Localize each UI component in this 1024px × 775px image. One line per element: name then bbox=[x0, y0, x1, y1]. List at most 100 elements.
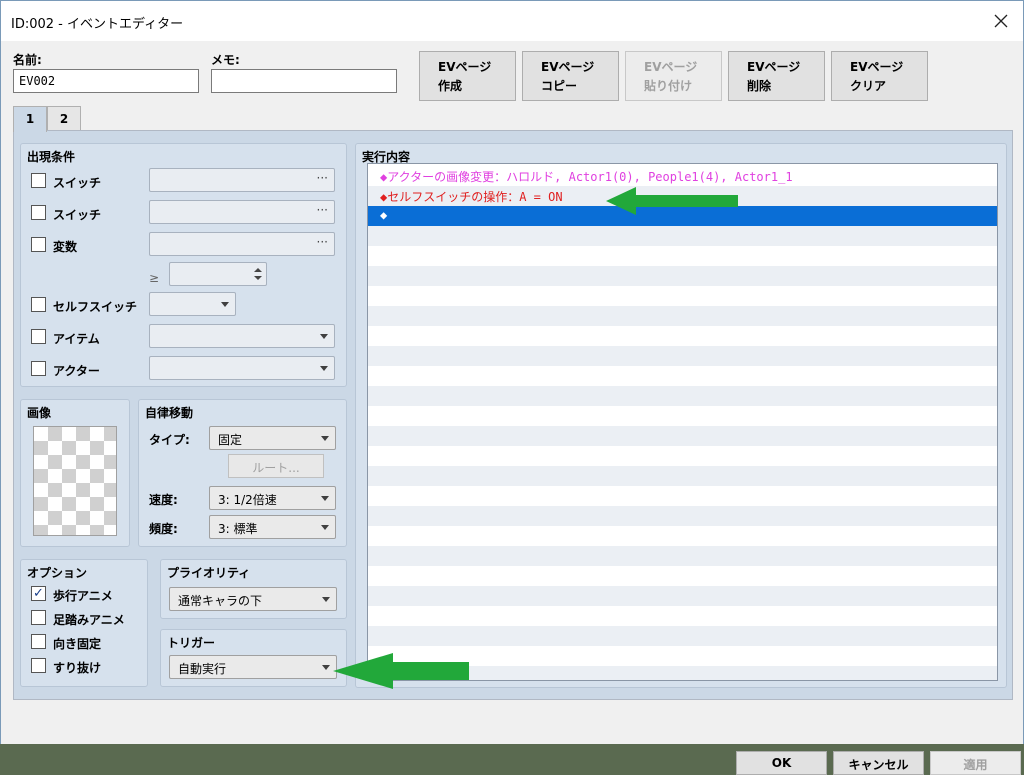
move-type-label: タイプ: bbox=[149, 433, 190, 447]
move-type-select[interactable]: 固定 bbox=[209, 426, 336, 450]
direction-fix-label: 向き固定 bbox=[53, 637, 102, 651]
event-command-list[interactable]: ◆アクターの画像変更：ハロルド, Actor1(0), People1(4), … bbox=[367, 163, 998, 681]
movement-group: 自律移動 タイプ: 固定 ルート... 速度: 3: 1/2倍速 頻度: 3: … bbox=[138, 399, 347, 547]
variable-checkbox[interactable] bbox=[31, 237, 46, 252]
self-switch-selector[interactable] bbox=[149, 292, 236, 316]
empty-row[interactable] bbox=[368, 326, 997, 346]
chevron-down-icon bbox=[320, 366, 328, 371]
list-item[interactable]: ◆アクターの画像変更：ハロルド, Actor1(0), People1(4), … bbox=[368, 166, 997, 186]
priority-title: プライオリティ bbox=[167, 566, 251, 580]
route-button[interactable]: ルート... bbox=[228, 454, 324, 478]
trigger-title: トリガー bbox=[167, 636, 216, 650]
button-line: EVページ bbox=[438, 60, 492, 74]
ok-button[interactable]: OK bbox=[736, 751, 827, 775]
title-bar: ID:002 - イベントエディター bbox=[1, 1, 1023, 41]
tab-page-2[interactable]: 2 bbox=[47, 106, 81, 132]
trigger-value: 自動実行 bbox=[178, 662, 227, 676]
dialog-body: 名前: EV002 メモ: EVページ 作成 EVページ コピー EVページ 貼… bbox=[1, 41, 1023, 775]
variable-selector[interactable]: ··· bbox=[149, 232, 335, 256]
empty-row[interactable] bbox=[368, 366, 997, 386]
self-switch-checkbox[interactable] bbox=[31, 297, 46, 312]
apply-button[interactable]: 適用 bbox=[930, 751, 1021, 775]
button-line: EVページ bbox=[747, 60, 801, 74]
chevron-down-icon bbox=[322, 597, 330, 602]
chevron-down-icon bbox=[322, 665, 330, 670]
direction-fix-checkbox[interactable] bbox=[31, 634, 46, 649]
ev-page-delete-button[interactable]: EVページ 削除 bbox=[728, 51, 825, 101]
ev-page-copy-button[interactable]: EVページ コピー bbox=[522, 51, 619, 101]
through-checkbox[interactable] bbox=[31, 658, 46, 673]
empty-row[interactable] bbox=[368, 286, 997, 306]
switch1-checkbox[interactable] bbox=[31, 173, 46, 188]
empty-row[interactable] bbox=[368, 626, 997, 646]
empty-row[interactable] bbox=[368, 426, 997, 446]
variable-value-spinner[interactable] bbox=[169, 262, 267, 286]
empty-row[interactable] bbox=[368, 486, 997, 506]
tab-page-1[interactable]: 1 bbox=[13, 106, 47, 132]
character-image-preview[interactable] bbox=[33, 426, 117, 536]
priority-select[interactable]: 通常キャラの下 bbox=[169, 587, 337, 611]
actor-label: アクター bbox=[53, 364, 100, 378]
empty-row[interactable] bbox=[368, 226, 997, 246]
move-type-value: 固定 bbox=[218, 433, 243, 447]
item-checkbox[interactable] bbox=[31, 329, 46, 344]
empty-row[interactable] bbox=[368, 246, 997, 266]
switch2-checkbox[interactable] bbox=[31, 205, 46, 220]
chevron-down-icon bbox=[221, 302, 229, 307]
ev-page-create-button[interactable]: EVページ 作成 bbox=[419, 51, 516, 101]
walk-anim-label: 歩行アニメ bbox=[53, 589, 113, 603]
options-title: オプション bbox=[27, 566, 88, 580]
empty-row[interactable] bbox=[368, 446, 997, 466]
walk-anim-checkbox[interactable]: ✓ bbox=[31, 586, 46, 601]
ellipsis-icon: ··· bbox=[316, 203, 328, 217]
button-line: EVページ bbox=[850, 60, 904, 74]
move-speed-select[interactable]: 3: 1/2倍速 bbox=[209, 486, 336, 510]
image-title: 画像 bbox=[27, 406, 52, 420]
button-line: クリア bbox=[850, 79, 887, 93]
close-icon[interactable] bbox=[985, 5, 1017, 37]
cancel-button[interactable]: キャンセル bbox=[833, 751, 924, 775]
variable-label: 変数 bbox=[53, 240, 78, 254]
self-switch-label: セルフスイッチ bbox=[53, 300, 138, 314]
switch1-selector[interactable]: ··· bbox=[149, 168, 335, 192]
switch1-label: スイッチ bbox=[53, 176, 102, 190]
conditions-title: 出現条件 bbox=[27, 150, 76, 164]
step-anim-label: 足踏みアニメ bbox=[53, 613, 125, 627]
actor-selector[interactable] bbox=[149, 356, 335, 380]
empty-row[interactable] bbox=[368, 466, 997, 486]
empty-row[interactable] bbox=[368, 566, 997, 586]
priority-group: プライオリティ 通常キャラの下 bbox=[160, 559, 347, 619]
empty-row[interactable] bbox=[368, 586, 997, 606]
empty-row[interactable] bbox=[368, 386, 997, 406]
actor-checkbox[interactable] bbox=[31, 361, 46, 376]
ev-page-paste-button[interactable]: EVページ 貼り付け bbox=[625, 51, 722, 101]
empty-row[interactable] bbox=[368, 306, 997, 326]
through-label: すり抜け bbox=[53, 661, 102, 675]
chevron-down-icon bbox=[321, 496, 329, 501]
chevron-down-icon bbox=[320, 334, 328, 339]
ev-page-clear-button[interactable]: EVページ クリア bbox=[831, 51, 928, 101]
spinner-arrows-icon[interactable] bbox=[254, 266, 262, 282]
empty-row[interactable] bbox=[368, 346, 997, 366]
move-freq-value: 3: 標準 bbox=[218, 522, 258, 536]
item-label: アイテム bbox=[53, 332, 100, 346]
name-field[interactable]: EV002 bbox=[13, 69, 199, 93]
empty-row[interactable] bbox=[368, 406, 997, 426]
empty-row[interactable] bbox=[368, 506, 997, 526]
empty-row[interactable] bbox=[368, 526, 997, 546]
switch2-selector[interactable]: ··· bbox=[149, 200, 335, 224]
button-line: コピー bbox=[541, 79, 578, 93]
empty-row[interactable] bbox=[368, 546, 997, 566]
gte-symbol: ≥ bbox=[149, 271, 160, 285]
empty-row[interactable] bbox=[368, 266, 997, 286]
button-line: 削除 bbox=[747, 79, 772, 93]
memo-field[interactable] bbox=[211, 69, 397, 93]
trigger-select[interactable]: 自動実行 bbox=[169, 655, 337, 679]
move-freq-select[interactable]: 3: 標準 bbox=[209, 515, 336, 539]
step-anim-checkbox[interactable] bbox=[31, 610, 46, 625]
event-editor-window: ID:002 - イベントエディター 名前: EV002 メモ: EVページ 作… bbox=[0, 0, 1024, 775]
button-line: 作成 bbox=[438, 79, 463, 93]
empty-row[interactable] bbox=[368, 606, 997, 626]
move-speed-value: 3: 1/2倍速 bbox=[218, 493, 277, 507]
item-selector[interactable] bbox=[149, 324, 335, 348]
